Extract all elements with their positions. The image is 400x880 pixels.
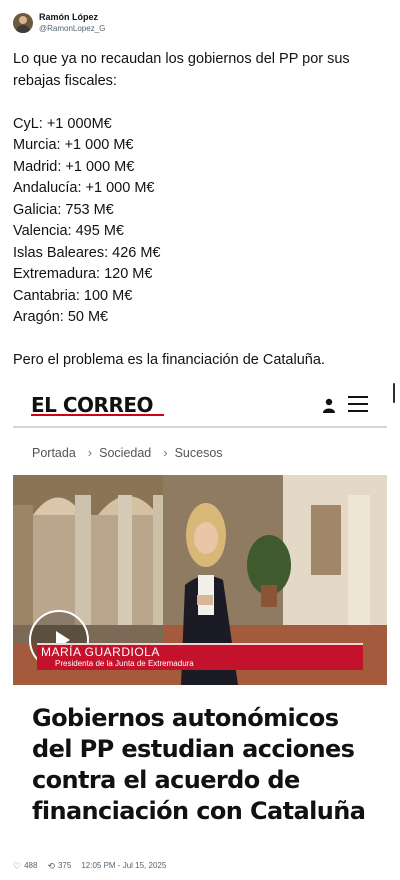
breadcrumb: Portada › Sociedad › Sucesos	[32, 445, 223, 461]
breadcrumb-portada[interactable]: Portada	[32, 445, 76, 461]
retweet-button[interactable]: ⟲ 375	[47, 860, 71, 872]
tweet-intro: Lo que ya no recaudan los gobiernos del …	[13, 51, 350, 89]
tweet-line: Madrid: +1 000 M€	[13, 158, 135, 175]
author-text: Ramón López @RamonLopez_G	[39, 12, 105, 34]
speaker-name: MARÍA GUARDIOLA	[41, 645, 160, 659]
retweet-icon: ⟲	[47, 861, 55, 871]
user-icon[interactable]	[323, 398, 335, 413]
tweet-line: Galicia: 753 M€	[13, 201, 114, 218]
tweet-text: Lo que ya no recaudan los gobiernos del …	[13, 49, 388, 372]
author-name[interactable]: Ramón López	[39, 12, 105, 23]
like-count: 488	[24, 861, 38, 870]
tweet-line: Islas Baleares: 426 M€	[13, 244, 161, 261]
logo-underline	[31, 414, 164, 416]
tweet-line: Cantabria: 100 M€	[13, 287, 133, 304]
breadcrumb-sociedad[interactable]: Sociedad	[99, 445, 151, 461]
heart-icon: ♡	[13, 861, 22, 871]
article-headline[interactable]: Gobiernos autonómicos del PP estudian ac…	[32, 703, 377, 827]
tweet-timestamp[interactable]: 12:05 PM - Jul 15, 2025	[81, 860, 166, 872]
tweet-line: Valencia: 495 M€	[13, 223, 124, 239]
tweet-closing: Pero el problema es la financiación de C…	[13, 352, 325, 368]
video-thumbnail[interactable]: MARÍA GUARDIOLA Presidenta de la Junta d…	[13, 475, 387, 685]
tweet-line: Extremadura: 120 M€	[13, 266, 153, 282]
breadcrumb-sucesos[interactable]: Sucesos	[175, 445, 223, 461]
menu-icon[interactable]	[348, 396, 368, 412]
tweet-line: Andalucía: +1 000 M€	[13, 180, 155, 196]
speaker-role: Presidenta de la Junta de Extremadura	[55, 659, 194, 668]
author-handle[interactable]: @RamonLopez_G	[39, 23, 105, 34]
chevron-right-icon: ›	[87, 445, 93, 460]
like-button[interactable]: ♡ 488	[13, 860, 37, 872]
tweet-line: Aragón: 50 M€	[13, 309, 109, 325]
news-header: EL CORREO	[13, 382, 387, 428]
tweet-line: Murcia: +1 000 M€	[13, 137, 134, 153]
lower-third-caption: MARÍA GUARDIOLA Presidenta de la Junta d…	[37, 643, 363, 670]
scrollbar-indicator[interactable]	[393, 383, 395, 403]
tweet-line: CyL: +1 000M€	[13, 115, 112, 132]
chevron-right-icon: ›	[163, 445, 168, 460]
tweet-footer: ♡ 488 ⟲ 375 12:05 PM - Jul 15, 2025	[13, 860, 166, 872]
retweet-count: 375	[57, 861, 72, 870]
avatar[interactable]	[13, 13, 33, 33]
embedded-screenshot[interactable]: EL CORREO Portada › Sociedad › Sucesos M…	[13, 382, 387, 860]
tweet-author[interactable]: Ramón López @RamonLopez_G	[13, 12, 105, 34]
